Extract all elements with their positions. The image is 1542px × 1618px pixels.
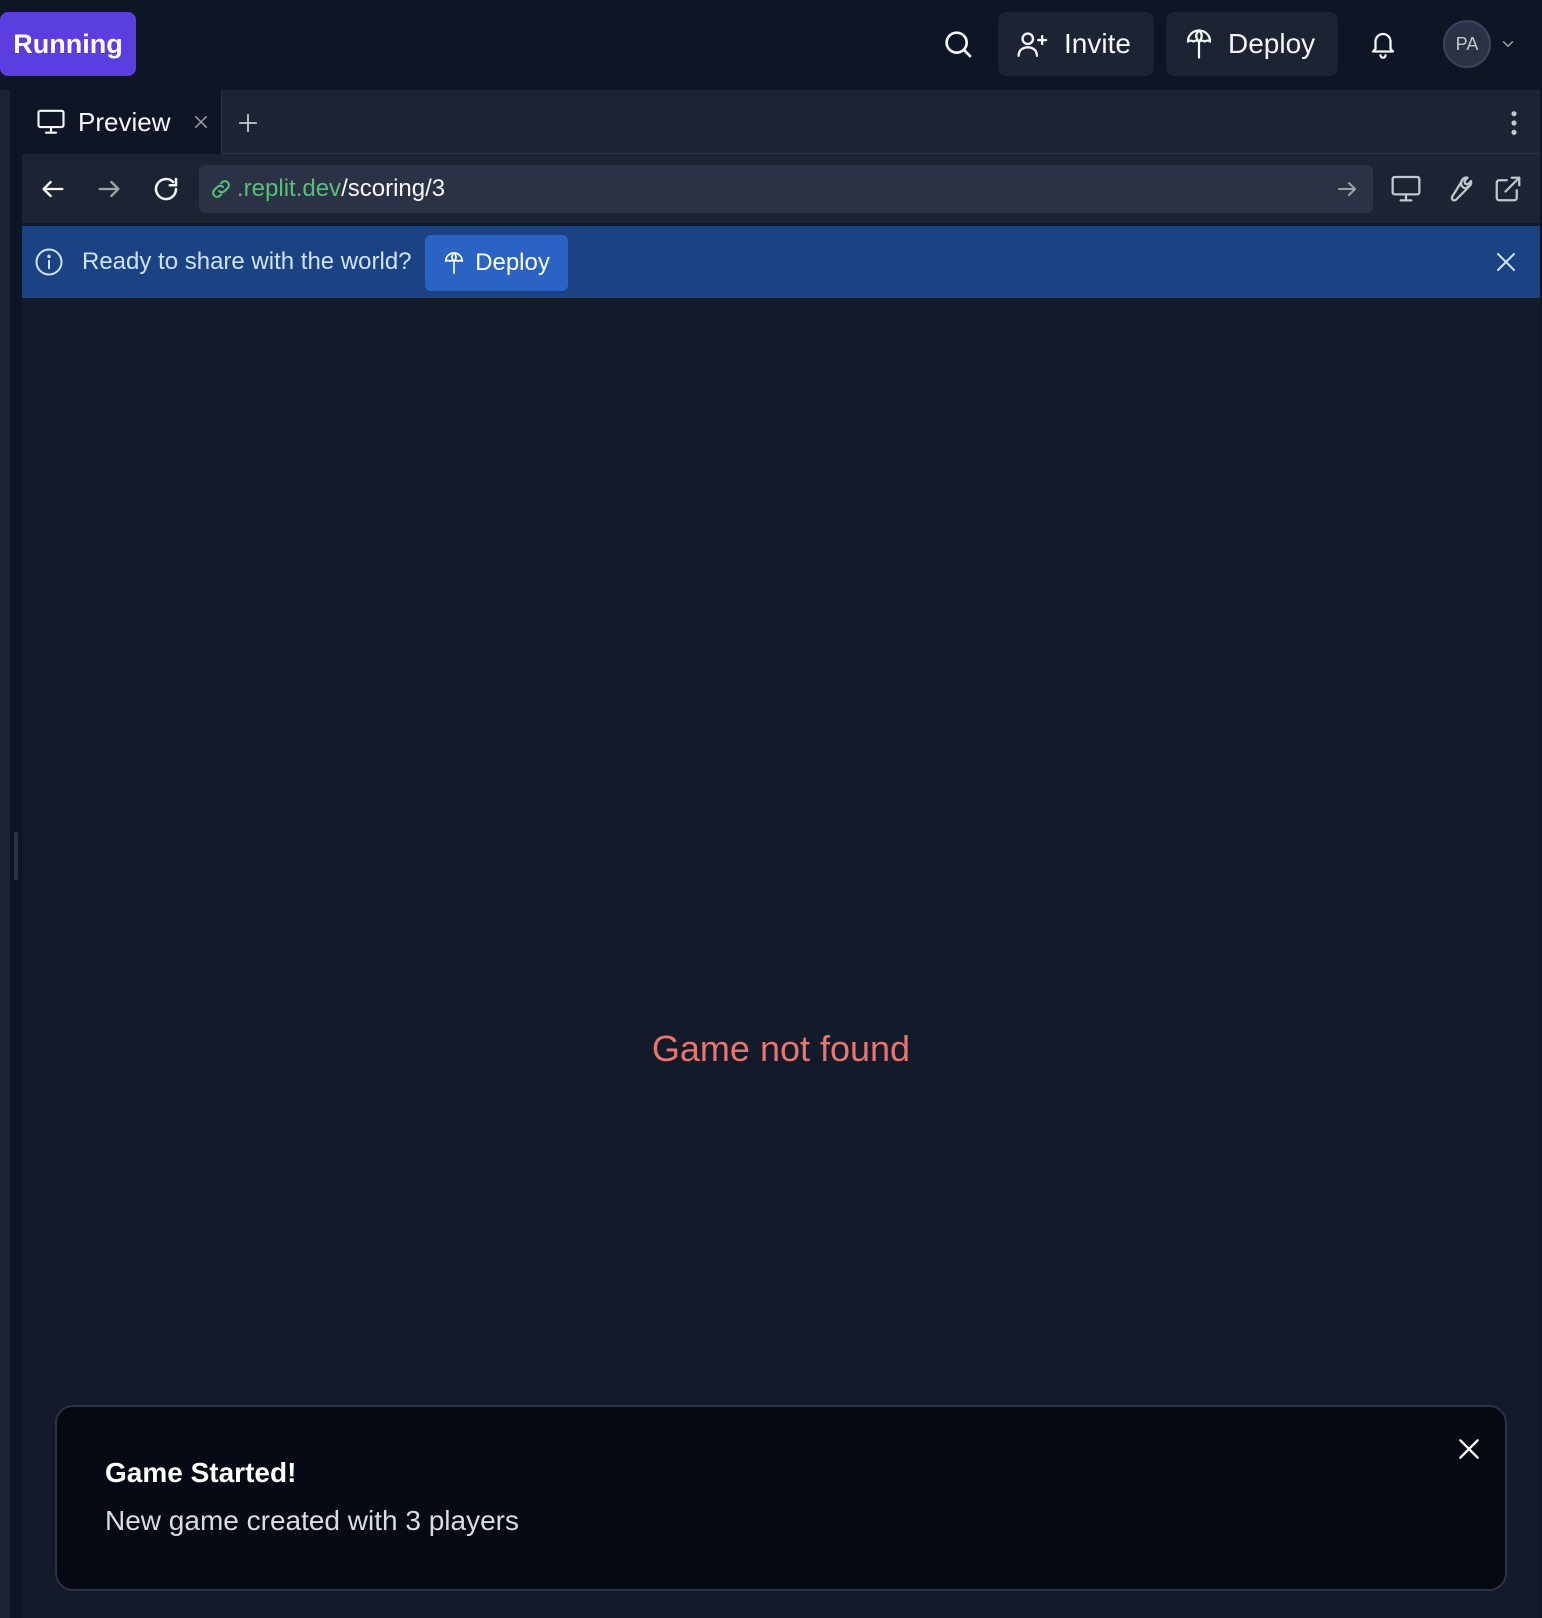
more-vertical-icon xyxy=(1511,111,1517,135)
wrench-icon xyxy=(1450,176,1473,202)
devtools-button[interactable] xyxy=(1440,171,1476,207)
url-path: /scoring/3 xyxy=(341,175,446,202)
toast-title: Game Started! xyxy=(105,1457,297,1488)
tab-preview[interactable]: Preview xyxy=(22,90,222,154)
monitor-icon xyxy=(1391,175,1421,202)
refresh-icon xyxy=(154,177,178,201)
account-menu-toggle[interactable] xyxy=(1496,32,1520,56)
deploy-button[interactable]: Deploy xyxy=(1166,12,1338,76)
deploy-label: Deploy xyxy=(1228,28,1316,59)
resize-handle[interactable] xyxy=(14,832,18,880)
toast-description: New game created with 3 players xyxy=(105,1505,519,1536)
arrow-right-icon xyxy=(98,180,120,198)
left-panel xyxy=(0,90,10,1618)
banner-deploy-button[interactable]: Deploy xyxy=(425,235,568,291)
forward-button[interactable] xyxy=(94,174,124,204)
error-message: Game not found xyxy=(651,1028,911,1069)
url-host: .replit.dev xyxy=(237,175,342,202)
url-input[interactable]: .replit.dev/scoring/3 xyxy=(199,165,1373,213)
external-link-icon xyxy=(1495,176,1521,202)
tab-close-button[interactable] xyxy=(192,113,210,131)
tab-bar: Preview xyxy=(22,90,1540,154)
search-button[interactable] xyxy=(938,24,978,64)
preview-pane: Preview .replit.dev/scoring/3 Ready to s… xyxy=(22,90,1540,1618)
banner-message: Ready to share with the world? xyxy=(82,248,412,275)
browser-toolbar: .replit.dev/scoring/3 xyxy=(22,154,1540,224)
new-tab-button[interactable] xyxy=(235,110,261,136)
left-panel-edge xyxy=(0,90,22,1618)
close-icon xyxy=(1497,253,1515,271)
url-go-button[interactable] xyxy=(1335,177,1359,201)
chevron-down-icon xyxy=(1502,41,1514,48)
bell-icon xyxy=(1371,32,1395,59)
arrow-left-icon xyxy=(42,180,64,198)
add-user-icon xyxy=(1017,32,1048,57)
close-icon xyxy=(1459,1439,1479,1459)
device-preview-button[interactable] xyxy=(1388,171,1424,207)
invite-label: Invite xyxy=(1064,28,1131,59)
run-button[interactable]: Running xyxy=(0,12,136,76)
back-button[interactable] xyxy=(38,174,68,204)
more-options-button[interactable] xyxy=(1502,108,1526,138)
toast-notification: Game Started! New game created with 3 pl… xyxy=(55,1405,1507,1591)
open-new-window-button[interactable] xyxy=(1490,171,1526,207)
info-icon xyxy=(35,248,63,276)
link-icon xyxy=(212,180,230,198)
monitor-icon xyxy=(37,109,65,134)
arrow-right-icon xyxy=(1338,182,1356,196)
close-icon xyxy=(195,116,208,128)
notifications-button[interactable] xyxy=(1363,24,1403,64)
plus-icon xyxy=(238,113,258,133)
deploy-banner: Ready to share with the world? Deploy xyxy=(22,226,1540,298)
reload-button[interactable] xyxy=(150,173,182,205)
avatar[interactable]: PA xyxy=(1443,20,1491,68)
invite-button[interactable]: Invite xyxy=(998,12,1154,76)
banner-close-button[interactable] xyxy=(1492,248,1520,276)
tab-label: Preview xyxy=(78,106,171,137)
search-icon xyxy=(945,31,972,58)
banner-deploy-label: Deploy xyxy=(475,249,550,276)
deploy-icon xyxy=(445,252,464,274)
deploy-icon xyxy=(1186,29,1212,59)
top-bar: Running Invite Deploy PA xyxy=(0,0,1542,90)
toast-close-button[interactable] xyxy=(1454,1434,1484,1464)
